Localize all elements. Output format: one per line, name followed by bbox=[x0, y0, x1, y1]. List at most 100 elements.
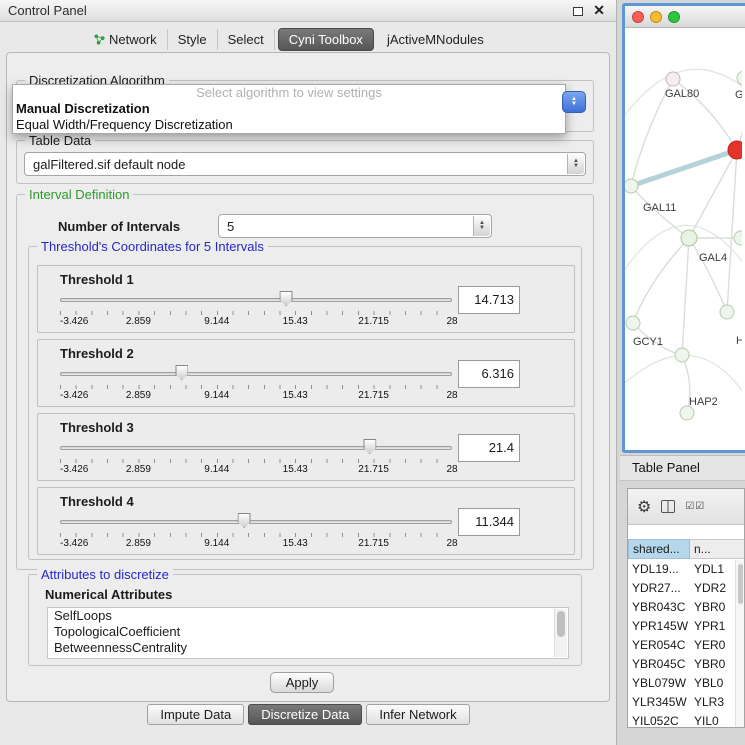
tab-network[interactable]: Network bbox=[84, 29, 168, 50]
table-row[interactable]: YBL079WYBL0 bbox=[628, 673, 744, 692]
bottom-tab-infer-network[interactable]: Infer Network bbox=[366, 704, 469, 725]
control-panel-titlebar[interactable]: Control Panel ✕ bbox=[0, 0, 616, 22]
slider-track[interactable] bbox=[60, 298, 452, 302]
table-row[interactable]: YPR145WYPR1 bbox=[628, 616, 744, 635]
scale-label: 15.43 bbox=[283, 538, 308, 549]
group-title: Threshold's Coordinates for 5 Intervals bbox=[37, 239, 268, 254]
threshold-panel-3: Threshold 3-3.4262.8599.14415.4321.71528… bbox=[37, 413, 575, 481]
dropdown-option[interactable]: Manual Discretization bbox=[13, 101, 565, 117]
threshold-value-field[interactable]: 11.344 bbox=[458, 508, 520, 536]
network-edge[interactable] bbox=[633, 238, 689, 323]
table-panel-header[interactable]: Table Panel bbox=[620, 455, 745, 481]
float-window-icon[interactable] bbox=[573, 7, 583, 16]
table-cell[interactable]: YBR043C bbox=[628, 600, 690, 614]
slider-track[interactable] bbox=[60, 520, 452, 524]
table-cell[interactable]: YDL19... bbox=[628, 562, 690, 576]
table-row[interactable]: YIL052CYIL0 bbox=[628, 711, 744, 728]
gear-icon[interactable]: ⚙ bbox=[637, 497, 651, 517]
network-node-hap2[interactable] bbox=[680, 406, 694, 420]
list-item[interactable]: SelfLoops bbox=[48, 608, 568, 624]
combobox-stepper-icon[interactable]: ▲ ▼ bbox=[567, 154, 584, 174]
bottom-tab-impute-data[interactable]: Impute Data bbox=[147, 704, 244, 725]
combobox-stepper-icon[interactable]: ▲ ▼ bbox=[473, 216, 490, 236]
slider-thumb[interactable] bbox=[363, 439, 376, 454]
table-row[interactable]: YDL19...YDL1 bbox=[628, 559, 744, 578]
threshold-label: Threshold 3 bbox=[60, 420, 134, 435]
threshold-slider[interactable] bbox=[60, 438, 452, 458]
bottom-tab-discretize-data[interactable]: Discretize Data bbox=[248, 704, 362, 725]
network-view-window[interactable]: GAL80GAGAL11GAL4GCY1HHAP2 bbox=[622, 3, 745, 453]
threshold-slider[interactable] bbox=[60, 364, 452, 384]
network-canvas[interactable]: GAL80GAGAL11GAL4GCY1HHAP2 bbox=[625, 28, 742, 450]
network-edge[interactable] bbox=[682, 238, 689, 355]
columns-icon[interactable] bbox=[661, 500, 675, 513]
network-node-gal80[interactable] bbox=[666, 72, 680, 86]
network-edge[interactable] bbox=[689, 238, 727, 312]
threshold-value-field[interactable]: 21.4 bbox=[458, 434, 520, 462]
network-icon bbox=[94, 34, 105, 45]
table-cell[interactable]: YLR345W bbox=[628, 695, 690, 709]
scale-label: 28 bbox=[446, 316, 457, 327]
table-row[interactable]: YBR045CYBR0 bbox=[628, 654, 744, 673]
table-row[interactable]: YLR345WYLR3 bbox=[628, 692, 744, 711]
minimize-traffic-light[interactable] bbox=[650, 11, 662, 23]
scrollbar-thumb[interactable] bbox=[738, 564, 743, 604]
threshold-value-field[interactable]: 14.713 bbox=[458, 286, 520, 314]
tab-select[interactable]: Select bbox=[218, 29, 275, 50]
scale-label: 2.859 bbox=[126, 464, 151, 475]
tab-label: Style bbox=[178, 32, 207, 47]
network-node[interactable] bbox=[675, 348, 689, 362]
table-row[interactable]: YDR27...YDR2 bbox=[628, 578, 744, 597]
network-edge[interactable] bbox=[727, 150, 737, 312]
table-data-combobox[interactable]: galFiltered.sif default node ▲ ▼ bbox=[24, 152, 586, 176]
close-icon[interactable]: ✕ bbox=[593, 2, 605, 19]
tab-jactivemnodules[interactable]: jActiveMNodules bbox=[377, 29, 494, 50]
network-node-gal11[interactable] bbox=[625, 179, 638, 193]
tab-style[interactable]: Style bbox=[168, 29, 218, 50]
network-node[interactable] bbox=[734, 231, 742, 245]
slider-track[interactable] bbox=[60, 372, 452, 376]
numerical-attributes-list[interactable]: SelfLoopsTopologicalCoefficientBetweenne… bbox=[47, 607, 569, 659]
algorithm-combobox-stepper[interactable]: ▲ ▼ bbox=[562, 91, 586, 113]
slider-thumb[interactable] bbox=[280, 291, 293, 306]
select-columns-icon[interactable]: ☑☑ bbox=[685, 501, 705, 512]
network-node-gal4[interactable] bbox=[681, 230, 697, 246]
scale-label: 21.715 bbox=[358, 390, 389, 401]
node-label: HAP2 bbox=[689, 396, 718, 408]
list-item[interactable]: BetweennessCentrality bbox=[48, 640, 568, 656]
close-traffic-light[interactable] bbox=[632, 11, 644, 23]
network-node-h[interactable] bbox=[720, 305, 734, 319]
threshold-value-field[interactable]: 6.316 bbox=[458, 360, 520, 388]
table-cell[interactable]: YER054C bbox=[628, 638, 690, 652]
network-window-titlebar[interactable] bbox=[625, 6, 745, 28]
number-of-intervals-combobox[interactable]: 5 ▲ ▼ bbox=[218, 214, 492, 238]
column-header-name[interactable]: n... bbox=[690, 539, 744, 559]
threshold-slider[interactable] bbox=[60, 512, 452, 532]
slider-track[interactable] bbox=[60, 446, 452, 450]
network-node-gcy1[interactable] bbox=[626, 316, 640, 330]
dropdown-option[interactable]: Equal Width/Frequency Discretization bbox=[13, 117, 565, 133]
table-cell[interactable]: YBR045C bbox=[628, 657, 690, 671]
table-row[interactable]: YBR043CYBR0 bbox=[628, 597, 744, 616]
apply-button[interactable]: Apply bbox=[270, 672, 334, 693]
zoom-traffic-light[interactable] bbox=[668, 11, 680, 23]
tab-cyni-toolbox[interactable]: Cyni Toolbox bbox=[278, 28, 374, 51]
network-node[interactable] bbox=[728, 141, 742, 159]
table-cell[interactable]: YPR145W bbox=[628, 619, 690, 633]
slider-thumb[interactable] bbox=[175, 365, 188, 380]
slider-thumb[interactable] bbox=[238, 513, 251, 528]
threshold-label: Threshold 4 bbox=[60, 494, 134, 509]
table-scrollbar[interactable] bbox=[735, 560, 744, 727]
scale-label: 28 bbox=[446, 390, 457, 401]
window-title: Control Panel bbox=[8, 0, 87, 22]
column-header-shared-name[interactable]: shared... bbox=[628, 539, 690, 559]
list-scrollbar[interactable] bbox=[554, 609, 567, 657]
table-cell[interactable]: YBL079W bbox=[628, 676, 690, 690]
threshold-slider[interactable] bbox=[60, 290, 452, 310]
table-cell[interactable]: YDR27... bbox=[628, 581, 690, 595]
node-table-window: ⚙ ☑☑ shared... n... YDL19...YDL1YDR27...… bbox=[627, 488, 745, 728]
scrollbar-thumb[interactable] bbox=[557, 611, 565, 637]
list-item[interactable]: TopologicalCoefficient bbox=[48, 624, 568, 640]
table-row[interactable]: YER054CYER0 bbox=[628, 635, 744, 654]
table-cell[interactable]: YIL052C bbox=[628, 714, 690, 728]
